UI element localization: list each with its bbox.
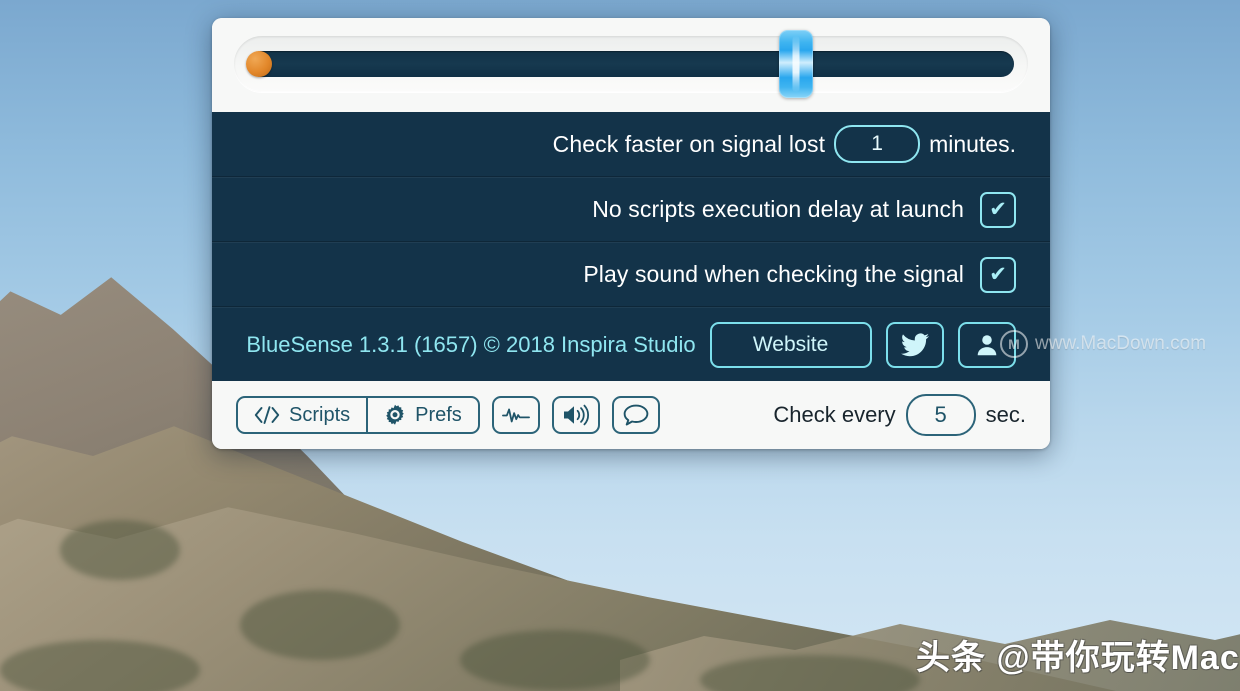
sound-button[interactable] — [551, 396, 600, 434]
signal-range-slider[interactable] — [246, 30, 1014, 98]
account-button[interactable] — [957, 321, 1016, 368]
setting-label-play-sound: Play sound when checking the signal — [583, 261, 964, 287]
check-faster-minutes-input[interactable]: 1 — [834, 125, 921, 163]
vegetation-patch — [460, 630, 650, 690]
gear-icon — [386, 404, 404, 425]
slider-groove — [234, 30, 1028, 98]
check-every-group: Check every 5 sec. — [773, 394, 1026, 436]
speech-bubble-icon — [623, 404, 649, 426]
vegetation-patch — [60, 520, 180, 580]
setting-label-check-faster: Check faster on signal lost — [552, 130, 826, 157]
prefs-button[interactable]: Prefs — [367, 396, 480, 434]
scripts-button[interactable]: Scripts — [236, 396, 368, 434]
orange-range-marker[interactable] — [246, 51, 272, 77]
setting-row-play-sound: Play sound when checking the signal ✔ — [212, 242, 1050, 307]
no-script-delay-checkbox[interactable]: ✔ — [980, 191, 1016, 228]
pulse-button[interactable] — [491, 396, 540, 434]
chat-button[interactable] — [611, 396, 660, 434]
check-every-input[interactable]: 5 — [905, 394, 976, 436]
setting-label-no-script-delay: No scripts execution delay at launch — [592, 196, 964, 222]
settings-list: Check faster on signal lost 1 minutes. N… — [212, 112, 1050, 381]
user-account-icon — [977, 334, 996, 355]
speaker-waves-icon — [563, 404, 589, 426]
bottom-toolbar: Scripts Prefs Check every 5 sec. — [212, 381, 1050, 449]
vegetation-patch — [240, 590, 400, 660]
check-every-unit-label: sec. — [985, 402, 1026, 427]
check-faster-unit-label: minutes. — [929, 130, 1016, 157]
app-credit-text: BlueSense 1.3.1 (1657) © 2018 Inspira St… — [246, 331, 696, 357]
setting-row-no-script-delay: No scripts execution delay at launch ✔ — [212, 177, 1050, 242]
website-button[interactable]: Website — [709, 321, 872, 368]
play-sound-checkbox[interactable]: ✔ — [980, 256, 1016, 293]
twitter-button[interactable] — [885, 321, 944, 368]
activity-pulse-icon — [501, 408, 530, 423]
twitter-bird-icon — [900, 332, 929, 356]
signal-slider-section — [212, 18, 1050, 112]
bluesense-popover-window: Check faster on signal lost 1 minutes. N… — [212, 18, 1050, 449]
code-brackets-icon — [254, 406, 280, 424]
scripts-button-label: Scripts — [289, 403, 351, 426]
prefs-button-label: Prefs — [415, 403, 462, 426]
vegetation-patch — [0, 640, 200, 691]
check-every-label: Check every — [773, 402, 896, 427]
about-row: BlueSense 1.3.1 (1657) © 2018 Inspira St… — [212, 307, 1050, 381]
setting-row-check-faster: Check faster on signal lost 1 minutes. — [212, 112, 1050, 177]
scripts-prefs-segmented-control: Scripts Prefs — [236, 396, 480, 434]
slider-handle[interactable] — [778, 30, 813, 98]
